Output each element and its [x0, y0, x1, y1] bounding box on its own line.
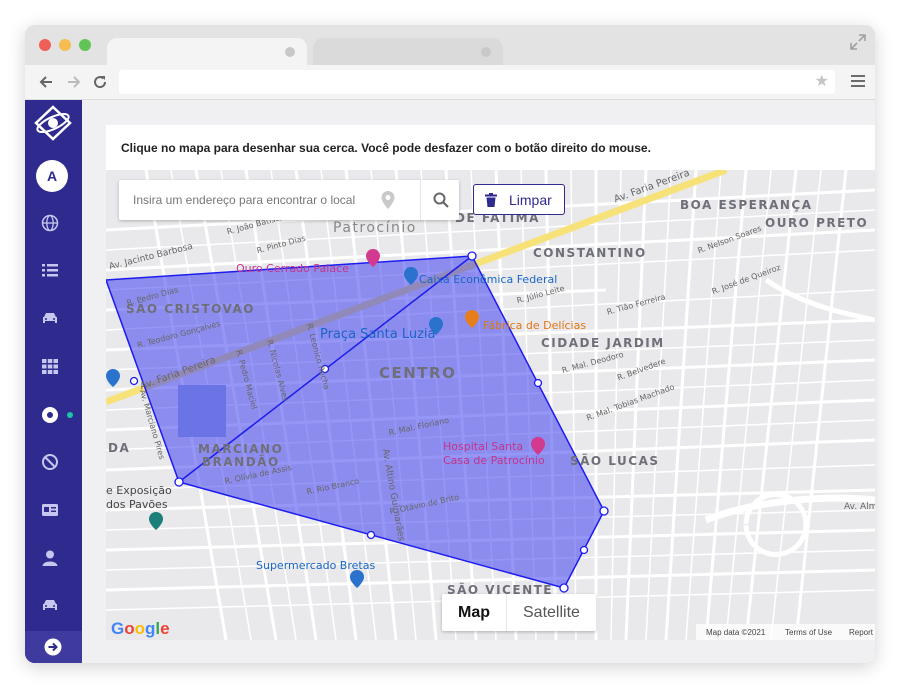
browser-tab-active[interactable] [107, 38, 307, 65]
clear-button[interactable]: Limpar [473, 184, 565, 215]
browser-titlebar [25, 25, 875, 65]
map-type-map-button[interactable]: Map [442, 594, 506, 631]
arrow-right-icon [44, 638, 62, 656]
poi-label: Casa de Patrocínio [443, 454, 545, 467]
poi-label: Caixa Econômica Federal [419, 273, 558, 286]
instruction-text: Clique no mapa para desenhar sua cerca. … [106, 125, 875, 170]
search-icon[interactable] [433, 192, 449, 208]
poi-label: Fábrica de Delícias [483, 319, 587, 332]
list-icon[interactable] [41, 261, 59, 279]
map[interactable]: SÃO CRISTOVAO CENTRO MARCIANO BRANDÃO CO… [106, 170, 875, 640]
poi-label: Supermercado Bretas [256, 559, 376, 572]
browser-window: ★ A Clique no mapa para desenhar sua cer… [25, 25, 875, 663]
poi-label: Ouro Cerrado Palace [236, 262, 349, 275]
location-pin-icon[interactable] [381, 191, 395, 209]
district-label: CIDADE JARDIM [541, 336, 665, 350]
tab-close-icon[interactable] [481, 47, 491, 57]
close-window-icon[interactable] [39, 39, 51, 51]
poi-label: Praça Santa Luzia [320, 327, 436, 342]
avatar[interactable]: A [36, 160, 68, 192]
maximize-window-icon[interactable] [79, 39, 91, 51]
city-label: Patrocínio [333, 220, 417, 236]
district-label: OURO PRETO [765, 216, 869, 230]
address-search-input[interactable] [119, 180, 409, 220]
poi-label: e Exposição [106, 484, 172, 497]
id-card-icon[interactable] [41, 501, 59, 519]
sidebar-collapse-button[interactable] [25, 631, 82, 663]
fullscreen-icon[interactable] [849, 33, 867, 51]
car-icon[interactable] [41, 309, 59, 327]
map-type-control: Map Satellite [442, 594, 596, 631]
tab-close-icon[interactable] [285, 47, 295, 57]
address-bar[interactable]: ★ [119, 70, 835, 94]
reload-icon[interactable] [91, 73, 109, 91]
poi-label: Hospital Santa [443, 440, 524, 453]
back-arrow-icon[interactable] [37, 73, 55, 91]
record-icon[interactable] [41, 406, 59, 424]
district-label: CENTRO [379, 364, 457, 382]
district-label: SÃO LUCAS [570, 454, 660, 468]
trash-icon [485, 193, 497, 207]
poi-label: dos Pavões [106, 498, 168, 511]
user-icon[interactable] [41, 549, 59, 567]
sidebar: A [25, 100, 82, 663]
forward-arrow-icon[interactable] [65, 73, 83, 91]
grid-icon[interactable] [41, 357, 59, 375]
google-logo[interactable]: Google [111, 619, 170, 639]
map-data-attribution: Map data ©2021 [706, 628, 766, 637]
district-label: MARCIANO [198, 442, 284, 456]
main-content: Clique no mapa para desenhar sua cerca. … [82, 100, 875, 663]
report-link[interactable]: Report [849, 628, 873, 637]
district-label: BOA ESPERANÇA [680, 198, 813, 212]
map-type-satellite-button[interactable]: Satellite [506, 594, 596, 631]
search-box [119, 180, 459, 220]
district-label: SÃO CRISTOVAO [126, 302, 255, 316]
district-label: CONSTANTINO [533, 246, 647, 260]
district-label: DA [108, 441, 131, 455]
terms-of-use-link[interactable]: Terms of Use [785, 628, 832, 637]
browser-toolbar: ★ [25, 65, 875, 100]
car-icon[interactable] [41, 596, 59, 614]
globe-icon[interactable] [41, 214, 59, 232]
online-status-dot [67, 412, 73, 418]
clear-button-label: Limpar [509, 192, 552, 208]
street-label: Av. Almir [844, 502, 875, 512]
search-divider [420, 180, 421, 220]
bookmark-star-icon[interactable]: ★ [815, 72, 829, 92]
minimize-window-icon[interactable] [59, 39, 71, 51]
block-icon[interactable] [41, 453, 59, 471]
logo-icon[interactable] [32, 103, 74, 141]
browser-tab-inactive[interactable] [313, 38, 503, 65]
browser-menu-icon[interactable] [851, 75, 865, 89]
map-canvas[interactable] [106, 170, 875, 640]
